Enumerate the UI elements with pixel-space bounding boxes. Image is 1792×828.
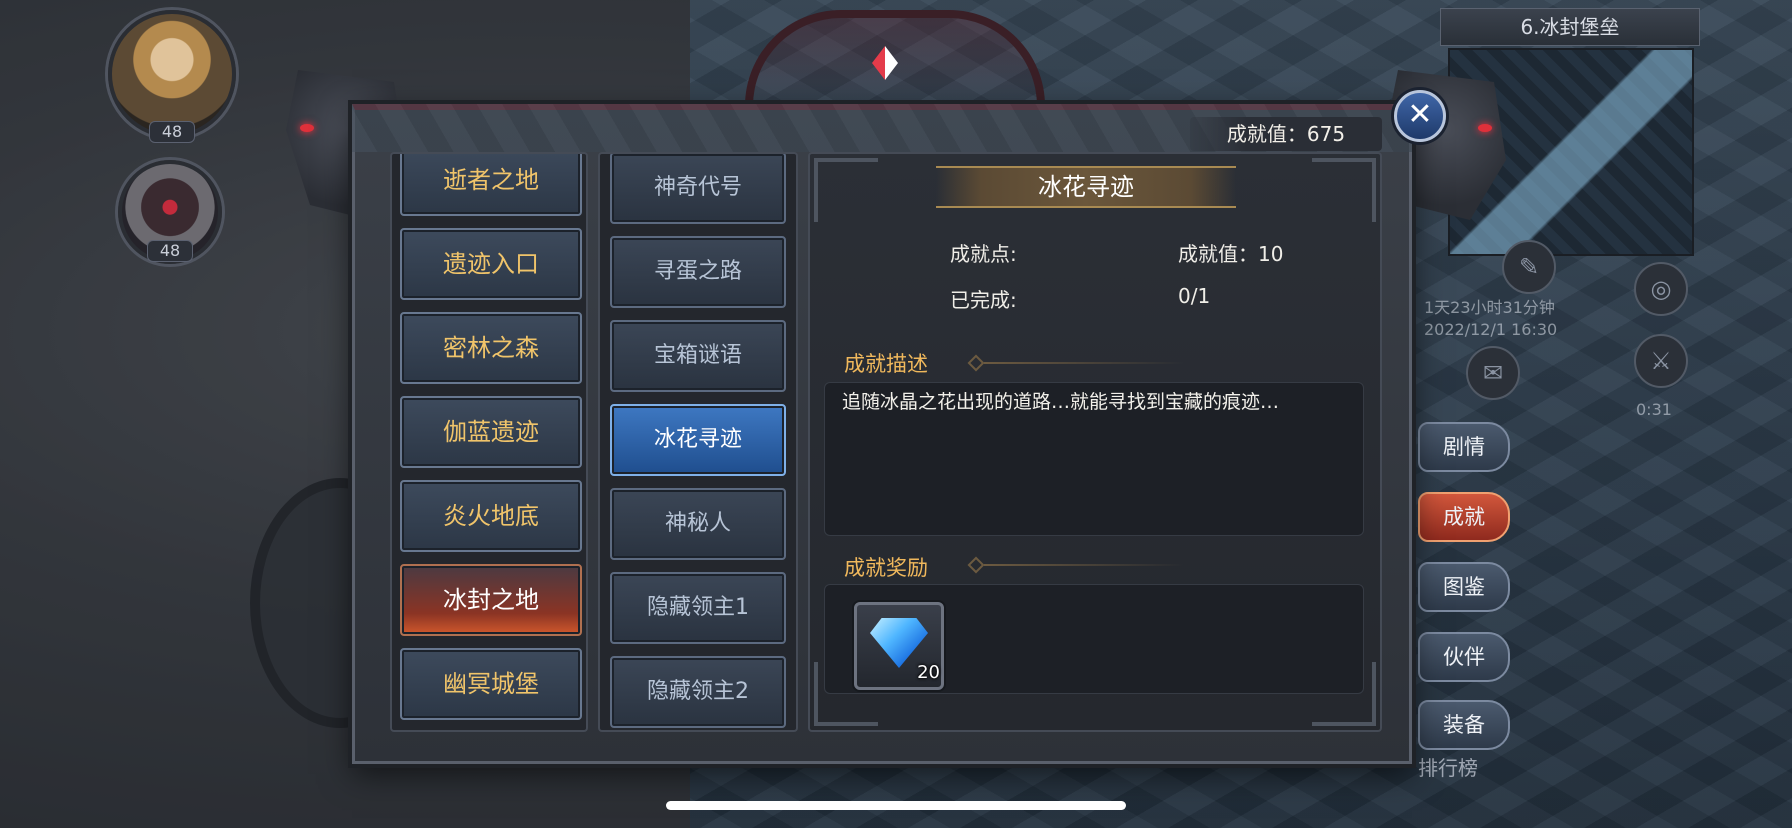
home-indicator[interactable] <box>666 801 1126 810</box>
target-icon[interactable]: ◎ <box>1634 262 1688 316</box>
achievement-title: 冰花寻迹 <box>936 166 1236 208</box>
reward-heading: 成就奖励 <box>844 556 928 580</box>
hero-avatar[interactable] <box>108 10 236 138</box>
event-countdown: 1天23小时31分钟 <box>1424 298 1555 317</box>
completed-label: 已完成: <box>950 288 1017 312</box>
achievement-description: 追随冰晶之花出现的道路…就能寻找到宝藏的痕迹… <box>842 391 1280 413</box>
area-item-dense-forest[interactable]: 密林之森 <box>400 312 582 384</box>
reward-count: 20 <box>917 662 940 683</box>
heading-divider <box>984 564 1184 566</box>
total-achievement-score: 成就值：675 <box>1190 117 1382 151</box>
map-title: 6.冰封堡垒 <box>1440 8 1700 46</box>
achievement-item-hidden-lord-1[interactable]: 隐藏领主1 <box>610 572 786 644</box>
area-list[interactable]: 逝者之地 遗迹入口 密林之森 伽蓝遗迹 炎火地底 冰封之地 幽冥城堡 <box>390 152 588 732</box>
area-item-ruins-entrance[interactable]: 遗迹入口 <box>400 228 582 300</box>
area-item-frozen-land[interactable]: 冰封之地 <box>400 564 582 636</box>
achievement-item-mysterious-man[interactable]: 神秘人 <box>610 488 786 560</box>
achievement-item-ice-flower-trail[interactable]: 冰花寻迹 <box>610 404 786 476</box>
achievement-item-egg-hunt[interactable]: 寻蛋之路 <box>610 236 786 308</box>
area-item-galan-ruins[interactable]: 伽蓝遗迹 <box>400 396 582 468</box>
corner-ornament <box>1312 158 1376 222</box>
achievement-list[interactable]: 神奇代号 寻蛋之路 宝箱谜语 冰花寻迹 神秘人 隐藏领主1 隐藏领主2 <box>598 152 798 732</box>
leaderboard-label[interactable]: 排行榜 <box>1418 752 1478 781</box>
corner-ornament <box>814 158 878 222</box>
side-tab-achievement[interactable]: 成就 <box>1418 492 1510 542</box>
description-heading: 成就描述 <box>844 352 928 376</box>
side-tab-story[interactable]: 剧情 <box>1418 422 1510 472</box>
area-item-nether-castle[interactable]: 幽冥城堡 <box>400 648 582 720</box>
crossed-swords-icon[interactable]: ⚔ <box>1634 334 1688 388</box>
points-label: 成就点: <box>950 242 1017 266</box>
side-tab-partner[interactable]: 伙伴 <box>1418 632 1510 682</box>
heading-divider <box>984 362 1184 364</box>
side-tab-codex[interactable]: 图鉴 <box>1418 562 1510 612</box>
right-beast-eye <box>1478 124 1492 132</box>
mail-icon[interactable]: ✉ <box>1466 346 1520 400</box>
quill-icon[interactable]: ✎ <box>1502 240 1556 294</box>
points-value: 成就值：10 <box>1178 242 1284 266</box>
hero-level-badge: 48 <box>149 121 195 143</box>
companion-level-badge: 48 <box>147 240 193 262</box>
event-datetime: 2022/12/1 16:30 <box>1424 320 1558 339</box>
area-item-flame-underground[interactable]: 炎火地底 <box>400 480 582 552</box>
hud-timer: 0:31 <box>1636 400 1672 419</box>
left-beast-eye <box>300 124 314 132</box>
completed-value: 0/1 <box>1178 284 1211 308</box>
area-item-departed-land[interactable]: 逝者之地 <box>400 154 582 216</box>
achievement-item-mystic-code[interactable]: 神奇代号 <box>610 154 786 224</box>
achievement-item-hidden-lord-2[interactable]: 隐藏领主2 <box>610 656 786 728</box>
close-button[interactable]: ✕ <box>1394 90 1446 142</box>
achievement-item-chest-riddle[interactable]: 宝箱谜语 <box>610 320 786 392</box>
side-tab-equipment[interactable]: 装备 <box>1418 700 1510 750</box>
dialog-crest-arch <box>745 10 1045 106</box>
